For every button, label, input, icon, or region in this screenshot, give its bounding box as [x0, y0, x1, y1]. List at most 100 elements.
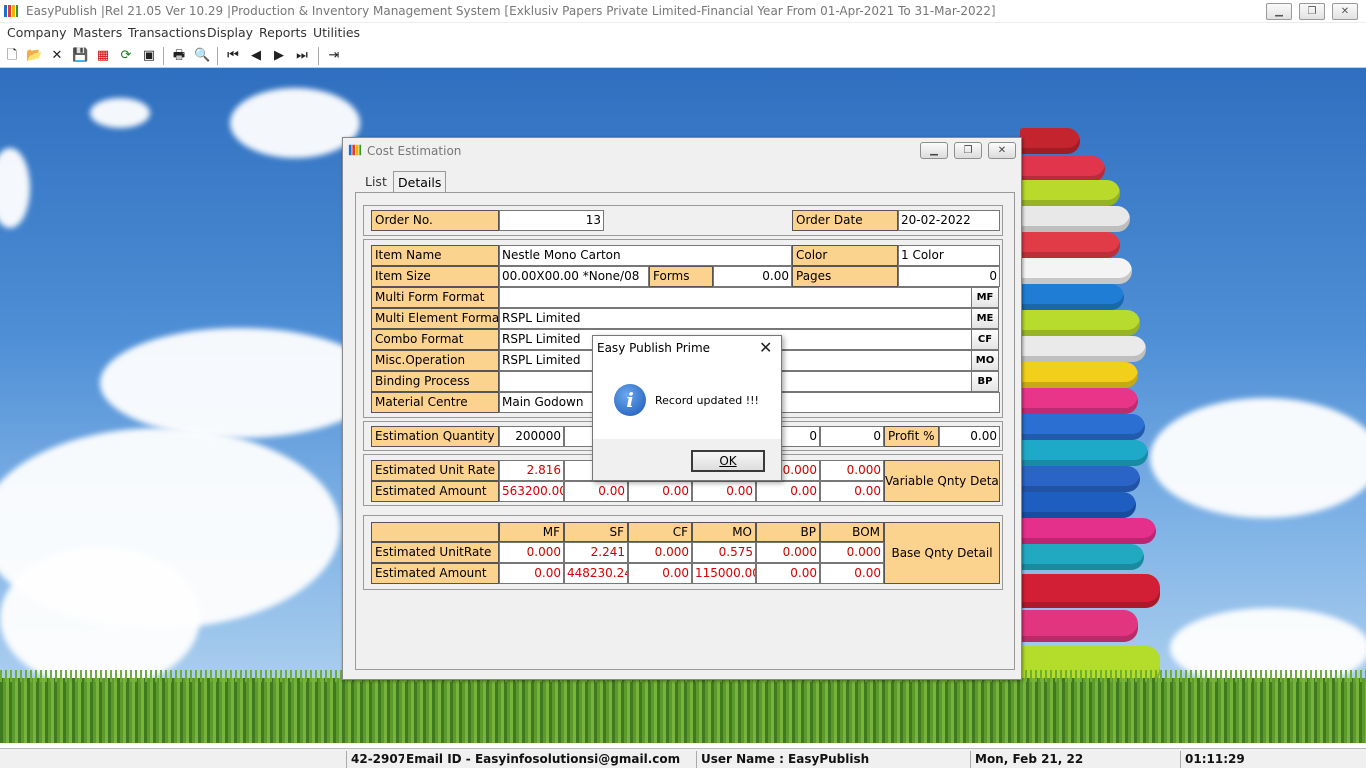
estimation-quantity-field[interactable]: 200000 [499, 426, 564, 447]
base-amount-cell: 0.00 [499, 563, 564, 584]
toolbar-separator [163, 47, 164, 65]
pages-field[interactable]: 0 [898, 266, 1000, 287]
estimated-amount-label: Estimated Amount [371, 481, 499, 502]
profit-field[interactable]: 0.00 [939, 426, 1000, 447]
grass-field [0, 670, 1366, 743]
menu-display[interactable]: Display [207, 25, 253, 40]
color-field[interactable]: 1 Color [898, 245, 1000, 266]
order-date-field[interactable]: 20-02-2022 [898, 210, 1000, 231]
material-centre-label: Material Centre [371, 392, 499, 413]
restore-icon[interactable]: ❐ [1299, 3, 1325, 20]
close-icon[interactable]: ✕ [1332, 3, 1358, 20]
minimize-icon[interactable]: ▁ [920, 142, 948, 159]
base-amount-cell: 0.00 [628, 563, 692, 584]
misc-operation-label: Misc.Operation [371, 350, 499, 371]
forms-field[interactable]: 0.00 [713, 266, 792, 287]
header-blank [371, 522, 499, 542]
dialog-footer: OK [593, 439, 781, 480]
me-button[interactable]: ME [971, 308, 999, 329]
base-rate-cell: 0.000 [628, 542, 692, 563]
status-time: 01:11:29 [1180, 751, 1366, 768]
quantity-field-6[interactable]: 0 [820, 426, 884, 447]
menu-bar: Company Masters Transactions Display Rep… [0, 23, 1366, 44]
print-preview-icon[interactable]: 🔍 [194, 48, 210, 64]
toolbar-separator [318, 47, 319, 65]
info-icon: i [614, 384, 646, 416]
cf-button[interactable]: CF [971, 329, 999, 350]
calculator-icon[interactable]: ▣ [141, 48, 157, 64]
multi-form-format-label: Multi Form Format [371, 287, 499, 308]
base-amount-cell: 115000.00 [692, 563, 756, 584]
base-rate-cell: 0.575 [692, 542, 756, 563]
first-record-icon[interactable]: ⏮ [225, 48, 241, 64]
tab-list[interactable]: List [361, 171, 391, 192]
cost-window-titlebar: Cost Estimation ▁ ❐ ✕ [343, 138, 1021, 164]
variable-qnty-detail-button[interactable]: Variable Qnty Detail [884, 460, 1000, 502]
amount-cell: 0.00 [692, 481, 756, 502]
last-record-icon[interactable]: ⏭ [294, 48, 310, 64]
item-name-label: Item Name [371, 245, 499, 266]
refresh-icon[interactable]: ⟳ [118, 48, 134, 64]
order-no-field[interactable]: 13 [499, 210, 604, 231]
menu-reports[interactable]: Reports [259, 25, 307, 40]
pages-label: Pages [792, 266, 898, 287]
unit-rate-cell: 2.816 [499, 460, 564, 481]
base-qnty-detail-button[interactable]: Base Qnty Detail [884, 522, 1000, 584]
excel-icon[interactable]: ▦ [95, 48, 111, 64]
item-name-field[interactable]: Nestle Mono Carton [499, 245, 792, 266]
column-header: BOM [820, 522, 884, 542]
base-qty-group: MF SF CF MO BP BOM Estimated UnitRate 0.… [363, 515, 1003, 590]
restore-icon[interactable]: ❐ [954, 142, 982, 159]
next-record-icon[interactable]: ▶ [271, 48, 287, 64]
delete-icon[interactable]: ✕ [49, 48, 65, 64]
exit-icon[interactable]: ⇥ [326, 48, 342, 64]
tab-details[interactable]: Details [393, 171, 447, 192]
order-date-label: Order Date [792, 210, 898, 231]
menu-company[interactable]: Company [7, 25, 66, 40]
close-icon[interactable]: ✕ [759, 338, 772, 357]
column-header: CF [628, 522, 692, 542]
status-bar: 42-2907 Email ID - Easyinfosolutionsi@gm… [0, 748, 1366, 768]
item-size-field[interactable]: 00.00X00.00 *None/08 [499, 266, 649, 287]
base-rate-cell: 0.000 [820, 542, 884, 563]
mf-button[interactable]: MF [971, 287, 999, 308]
save-icon[interactable]: 💾 [72, 48, 88, 64]
base-amount-cell: 0.00 [756, 563, 820, 584]
base-rate-cell: 2.241 [564, 542, 628, 563]
estimated-unitrate-label: Estimated UnitRate [371, 542, 499, 563]
app-logo-icon [348, 144, 362, 156]
title-bar: EasyPublish |Rel 21.05 Ver 10.29 |Produc… [0, 0, 1366, 23]
order-no-label: Order No. [371, 210, 499, 231]
ok-button[interactable]: OK [691, 450, 765, 472]
minimize-icon[interactable]: ▁ [1266, 3, 1292, 20]
color-label: Color [792, 245, 898, 266]
status-blank [2, 751, 346, 768]
base-rate-cell: 0.000 [756, 542, 820, 563]
close-icon[interactable]: ✕ [988, 142, 1016, 159]
base-estimated-amount-label: Estimated Amount [371, 563, 499, 584]
open-icon[interactable]: 📂 [26, 48, 42, 64]
app-logo-icon [4, 5, 18, 17]
new-icon[interactable]: 🗋 [4, 48, 20, 64]
status-user: User Name : EasyPublish [696, 751, 968, 768]
column-header: BP [756, 522, 820, 542]
menu-utilities[interactable]: Utilities [313, 25, 360, 40]
amount-cell: 0.00 [820, 481, 884, 502]
print-icon[interactable]: 🖶 [171, 48, 187, 64]
mo-button[interactable]: MO [971, 350, 999, 371]
multi-form-format-field[interactable] [499, 287, 972, 308]
menu-transactions[interactable]: Transactions [128, 25, 206, 40]
amount-cell: 0.00 [756, 481, 820, 502]
amount-cell: 563200.00 [499, 481, 564, 502]
column-header: MF [499, 522, 564, 542]
menu-masters[interactable]: Masters [73, 25, 122, 40]
order-group: Order No. 13 Order Date 20-02-2022 [363, 205, 1003, 236]
multi-element-format-field[interactable]: RSPL Limited [499, 308, 972, 329]
forms-label: Forms [649, 266, 713, 287]
previous-record-icon[interactable]: ◀ [248, 48, 264, 64]
books-stack-image [1020, 128, 1190, 688]
combo-format-label: Combo Format [371, 329, 499, 350]
bp-button[interactable]: BP [971, 371, 999, 392]
base-rate-cell: 0.000 [499, 542, 564, 563]
toolbar: 🗋 📂 ✕ 💾 ▦ ⟳ ▣ 🖶 🔍 ⏮ ◀ ▶ ⏭ ⇥ [0, 44, 1366, 68]
